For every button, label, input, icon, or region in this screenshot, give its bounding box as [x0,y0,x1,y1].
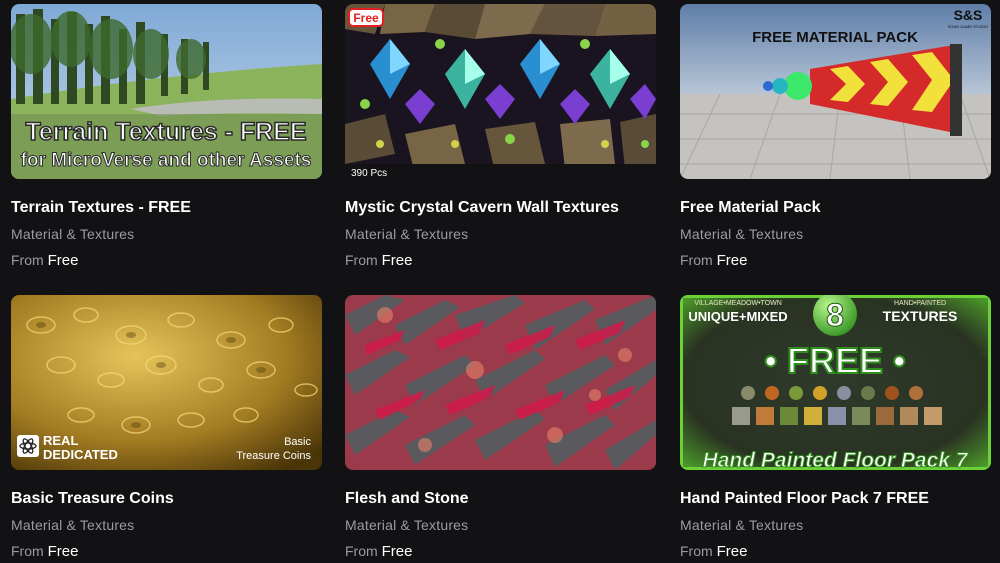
thumb-free: • FREE • [764,340,905,381]
price-prefix: From [345,543,378,559]
product-title[interactable]: Hand Painted Floor Pack 7 FREE [680,490,991,508]
price-prefix: From [345,252,378,268]
material-pack-thumbnail-image: FREE MATERIAL PACK S&S SOAR GAME STUDIO [680,4,991,179]
crystal-cavern-thumbnail-image: Free 390 Pcs [345,4,656,179]
price-prefix: From [11,543,44,559]
thumb-caption-2: Treasure Coins [236,450,311,462]
price-prefix: From [680,252,713,268]
product-category: Material & Textures [11,517,135,533]
product-thumbnail[interactable]: VILLAGE•MEADOW•TOWN UNIQUE+MIXED 8 HAND•… [680,295,991,470]
studio-name: SOAR GAME STUDIO [948,24,988,29]
product-title[interactable]: Free Material Pack [680,199,991,217]
product-thumbnail[interactable]: Terrain Textures - FREE for MicroVerse a… [11,4,322,179]
product-price: From Free [11,252,78,269]
thumb-heading: Terrain Textures - FREE [25,118,306,146]
price-value: Free [381,252,413,269]
price-prefix: From [11,252,44,268]
price-value: Free [381,543,413,560]
price-value: Free [47,252,79,269]
product-category: Material & Textures [680,226,804,242]
thumb-hand-painted: HAND•PAINTED [894,300,946,307]
price-value: Free [47,543,79,560]
product-category: Material & Textures [345,517,469,533]
product-category: Material & Textures [11,226,135,242]
product-price: From Free [680,543,747,560]
price-value: Free [716,543,748,560]
product-title[interactable]: Basic Treasure Coins [11,490,322,508]
thumb-unique: UNIQUE+MIXED [688,309,787,324]
product-category: Material & Textures [680,517,804,533]
thumb-heading: FREE MATERIAL PACK [752,29,918,46]
product-price: From Free [345,252,412,269]
product-thumbnail[interactable]: FREE MATERIAL PACK S&S SOAR GAME STUDIO [680,4,991,179]
flesh-stone-thumbnail-image [345,295,656,470]
product-title[interactable]: Terrain Textures - FREE [11,199,322,217]
atom-logo-icon [17,435,39,457]
product-thumbnail[interactable]: REAL DEDICATED Basic Treasure Coins [11,295,322,470]
thumb-textures: TEXTURES [883,308,958,324]
product-price: From Free [345,543,412,560]
product-price: From Free [11,543,78,560]
thumb-caption-1: Basic [284,436,311,448]
product-title[interactable]: Flesh and Stone [345,490,656,508]
product-thumbnail[interactable]: Free 390 Pcs [345,4,656,179]
price-prefix: From [680,543,713,559]
floor-pack-thumbnail-image: VILLAGE•MEADOW•TOWN UNIQUE+MIXED 8 HAND•… [680,295,991,470]
price-value: Free [716,252,748,269]
piece-count: 390 Pcs [351,168,387,179]
product-category: Material & Textures [345,226,469,242]
thumb-tagline: VILLAGE•MEADOW•TOWN [694,300,782,307]
thumb-subheading: for MicroVerse and other Assets [21,150,312,171]
studio-logo: S&S [954,7,983,23]
brand-line-2: DEDICATED [43,447,118,462]
thumb-count: 8 [826,297,844,333]
product-thumbnail[interactable] [345,295,656,470]
thumb-footer: Hand Painted Floor Pack 7 [703,449,969,470]
terrain-thumbnail-image: Terrain Textures - FREE for MicroVerse a… [11,4,322,179]
free-badge-label: Free [353,11,379,25]
brand-line-1: REAL [43,433,78,448]
product-title[interactable]: Mystic Crystal Cavern Wall Textures [345,199,656,217]
product-price: From Free [680,252,747,269]
treasure-coins-thumbnail-image: REAL DEDICATED Basic Treasure Coins [11,295,322,470]
